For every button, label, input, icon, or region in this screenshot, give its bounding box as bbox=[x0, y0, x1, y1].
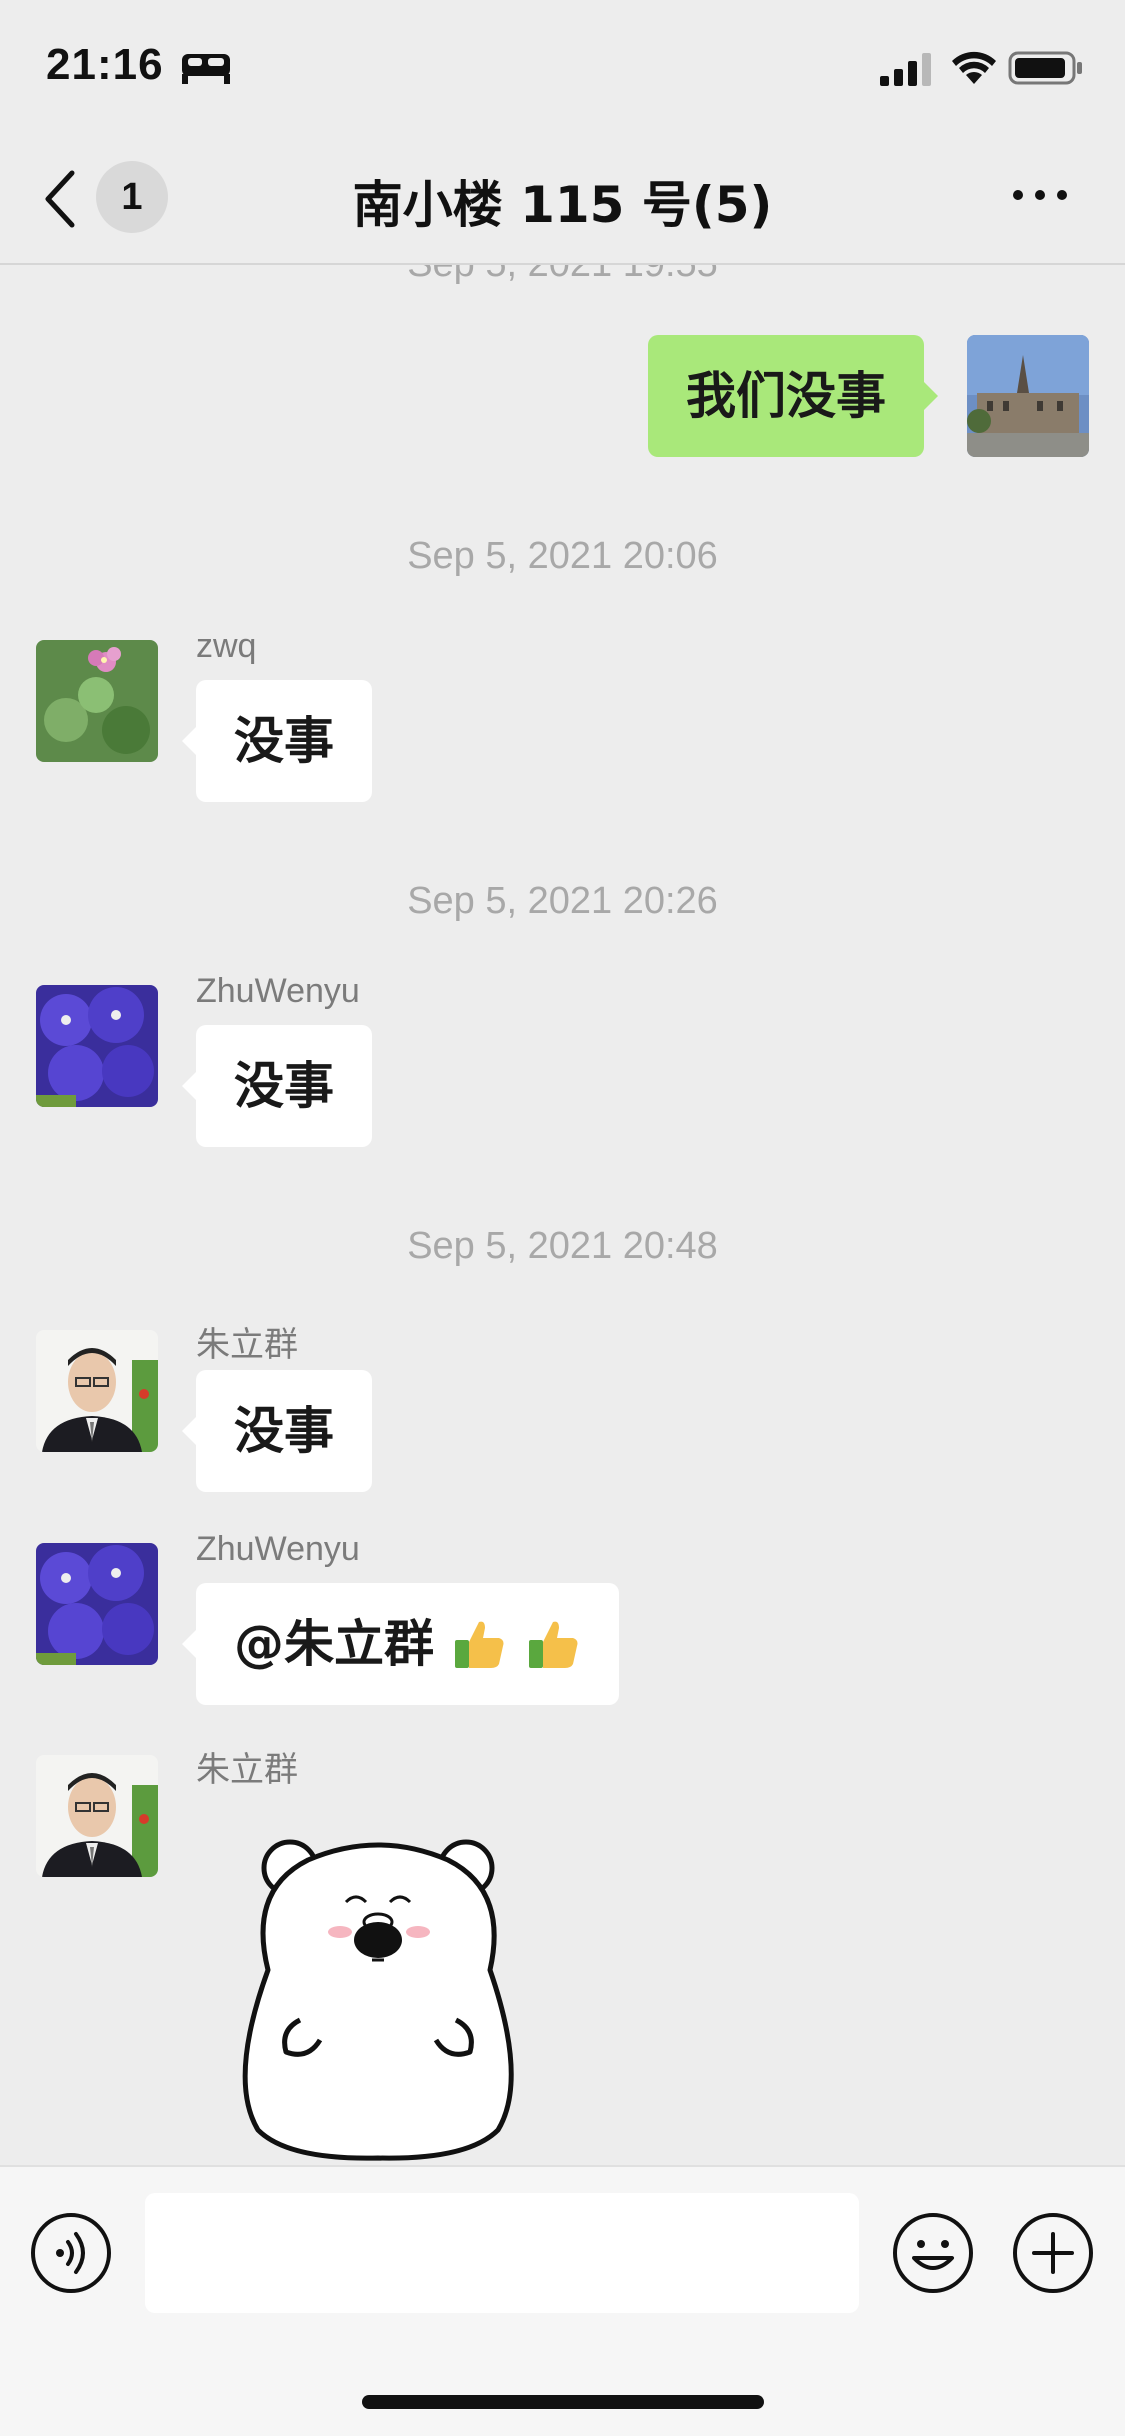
sender-name: 朱立群 bbox=[196, 1326, 298, 1364]
mention-message-bubble[interactable]: @朱立群 bbox=[182, 1583, 619, 1705]
status-bar: 21:16 bbox=[0, 0, 1125, 135]
portrait-avatar[interactable] bbox=[36, 1330, 158, 1452]
timestamp: Sep 5, 2021 19:55 bbox=[0, 265, 1125, 286]
wifi-icon bbox=[952, 51, 996, 84]
smiley-icon[interactable] bbox=[892, 2212, 974, 2294]
message-bubble[interactable]: 没事 bbox=[182, 1025, 372, 1147]
mention-text: @朱立群 bbox=[234, 1615, 434, 1673]
chat-title: 南小楼 115 号(5) bbox=[352, 176, 773, 234]
timestamp: Sep 5, 2021 20:48 bbox=[407, 1225, 718, 1267]
thumbs-up-icon bbox=[455, 1621, 504, 1668]
timestamp: Sep 5, 2021 20:06 bbox=[407, 535, 718, 577]
message-input[interactable] bbox=[145, 2193, 859, 2313]
purple-orchid-avatar[interactable] bbox=[36, 985, 158, 1107]
my-message-bubble[interactable]: 我们没事 bbox=[648, 335, 938, 457]
polar-bear-sticker[interactable] bbox=[228, 1830, 528, 2165]
home-indicator bbox=[362, 2395, 764, 2409]
sender-name: 朱立群 bbox=[196, 1751, 298, 1789]
more-dots-icon[interactable] bbox=[1010, 183, 1070, 207]
sender-name: zwq bbox=[196, 627, 257, 665]
plus-icon[interactable] bbox=[1012, 2212, 1094, 2294]
signal-icon bbox=[880, 53, 931, 86]
bed-icon bbox=[182, 54, 230, 84]
flower-avatar[interactable] bbox=[36, 640, 158, 762]
voice-icon[interactable] bbox=[30, 2212, 112, 2294]
sender-name: ZhuWenyu bbox=[196, 972, 360, 1010]
timestamp: Sep 5, 2021 20:26 bbox=[407, 880, 718, 922]
nav-bar: 1 南小楼 115 号(5) bbox=[0, 135, 1125, 265]
my-avatar[interactable] bbox=[967, 335, 1089, 457]
message-bubble[interactable]: 没事 bbox=[182, 680, 372, 802]
portrait-avatar[interactable] bbox=[36, 1755, 158, 1877]
message-bubble[interactable]: 没事 bbox=[182, 1370, 372, 1492]
thumbs-up-icon bbox=[528, 1621, 578, 1668]
purple-orchid-avatar[interactable] bbox=[36, 1543, 158, 1665]
chat-message-list[interactable]: Sep 5, 2021 19:55 我们没事 Sep 5, 2021 20:06… bbox=[0, 265, 1125, 2165]
battery-icon bbox=[1008, 51, 1082, 85]
status-time: 21:16 bbox=[46, 40, 164, 89]
sender-name: ZhuWenyu bbox=[196, 1530, 360, 1568]
